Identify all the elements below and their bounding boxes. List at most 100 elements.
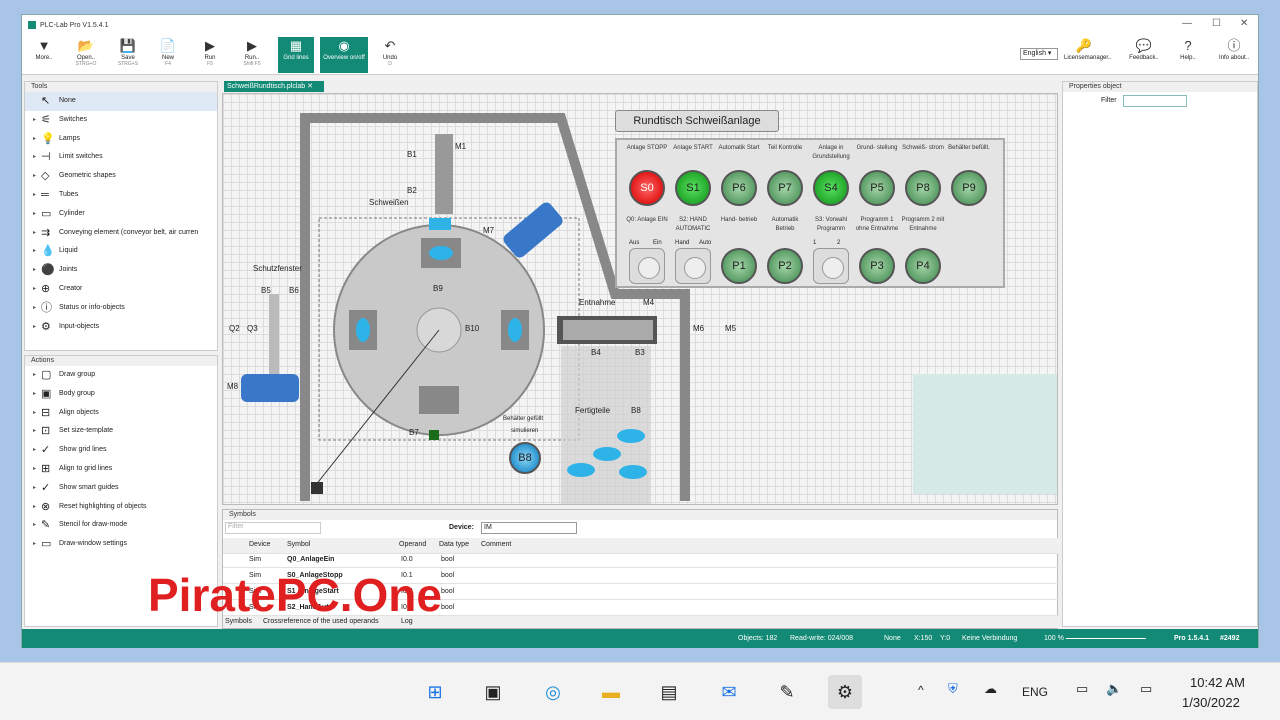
cloud-icon[interactable]: ☁	[984, 681, 997, 697]
zoom-slider[interactable]	[1066, 638, 1146, 639]
symbols-header-4[interactable]: Comment	[481, 541, 511, 548]
toolbar-button-0[interactable]: ▼ More..	[26, 37, 62, 73]
tool-item-4[interactable]: ▸ ◇ Geometric shapes	[25, 167, 217, 186]
row-operand[interactable]: I0.0	[401, 556, 413, 563]
battery-icon[interactable]: ▭	[1140, 681, 1152, 697]
edge-icon[interactable]: ◎	[536, 675, 570, 709]
panel-button-s1[interactable]: S1	[675, 170, 711, 206]
workpiece-top	[429, 246, 453, 260]
symbols-filter-input[interactable]: Filter	[225, 522, 321, 534]
close-icon[interactable]: ✕	[1240, 18, 1248, 29]
symbols-header-1[interactable]: Symbol	[287, 541, 310, 548]
symbols-header-2[interactable]: Operand	[399, 541, 426, 548]
action-item-4[interactable]: ▸ ✓ Show grid lines	[25, 441, 217, 460]
tool-item-1[interactable]: ▸ ⚟ Switches	[25, 111, 217, 130]
help-button[interactable]: ? Help..	[1170, 37, 1206, 73]
toolbar-button-2[interactable]: 💾 Save STRG+S	[110, 37, 146, 73]
clock-date[interactable]: 1/30/2022	[1182, 695, 1240, 710]
tool-item-11[interactable]: ▸ ⓘ Status or info-objects	[25, 299, 217, 318]
security-icon[interactable]: ⛨	[948, 681, 958, 697]
action-icon-0: ▢	[41, 369, 52, 381]
tool-item-5[interactable]: ▸ ═ Tubes	[25, 186, 217, 205]
weld-cylinder	[435, 134, 453, 214]
tool-item-2[interactable]: ▸ 💡 Lamps	[25, 130, 217, 149]
panel-button-p6[interactable]: P6	[721, 170, 757, 206]
tool-item-9[interactable]: ▸ ⚫ Joints	[25, 261, 217, 280]
feedback-button[interactable]: 💬 Feedback..	[1124, 37, 1164, 73]
row-dtype[interactable]: bool	[441, 556, 454, 563]
row-device[interactable]: Sim	[249, 556, 261, 563]
switch-1-right: Auto	[699, 240, 712, 246]
action-item-2[interactable]: ▸ ⊟ Align objects	[25, 404, 217, 423]
tool-label-1: Switches	[59, 115, 88, 123]
table-row[interactable]: Sim Q0_AnlageEin I0.0 bool	[223, 552, 1059, 568]
tool-item-12[interactable]: ▸ ⚙ Input-objects	[25, 318, 217, 337]
panel-button-s4[interactable]: S4	[813, 170, 849, 206]
document-tab[interactable]: SchweißRundtisch.plclab ✕	[224, 81, 324, 92]
row-dtype[interactable]: bool	[441, 604, 454, 611]
mail-icon[interactable]: ✉	[712, 675, 746, 709]
action-item-0[interactable]: ▸ ▢ Draw group	[25, 366, 217, 385]
row-symbol[interactable]: Q0_AnlageEin	[287, 556, 334, 563]
selector-switch-0[interactable]	[629, 248, 665, 284]
properties-filter-input[interactable]	[1123, 95, 1187, 107]
tool-item-3[interactable]: ▸ ⊣ Limit switches	[25, 148, 217, 167]
network-icon[interactable]: ▭	[1076, 681, 1088, 697]
panel-button-p5[interactable]: P5	[859, 170, 895, 206]
symbols-header-0[interactable]: Device	[249, 541, 270, 548]
panel-lamp-label: P1	[732, 260, 746, 272]
toolbar-button-5[interactable]: ▶ Run.. Shift F5	[234, 37, 270, 73]
device-select[interactable]: IM	[481, 522, 577, 534]
toolbar-button-3[interactable]: 📄 New F4	[150, 37, 186, 73]
expand-arrow-icon: ▸	[33, 503, 37, 510]
toolbar-button-6[interactable]: ▦ Grid lines	[278, 37, 314, 73]
panel-button-p9[interactable]: P9	[951, 170, 987, 206]
key-icon: 🔑	[1075, 38, 1093, 53]
license-manager-button[interactable]: 🔑 Licensemanager..	[1064, 37, 1111, 73]
tray-chevron-icon[interactable]: ^	[918, 683, 924, 697]
selector-switch-1[interactable]	[675, 248, 711, 284]
language-select[interactable]: English ▾	[1020, 48, 1058, 60]
drawing-canvas[interactable]: B1 M1 B2 Schweißen M7 Schutzfenster B5 B…	[222, 93, 1058, 505]
clock-time[interactable]: 10:42 AM	[1190, 675, 1245, 690]
panel-button-p8[interactable]: P8	[905, 170, 941, 206]
tool-icon-12: ⚙	[41, 320, 51, 333]
action-item-8[interactable]: ▸ ✎ Stencil for draw-mode	[25, 516, 217, 535]
action-item-1[interactable]: ▸ ▣ Body group	[25, 385, 217, 404]
minimize-icon[interactable]: —	[1182, 18, 1192, 29]
action-label-1: Body group	[59, 389, 95, 397]
action-item-6[interactable]: ▸ ✓ Show smart guides	[25, 479, 217, 498]
start-icon[interactable]: ⊞	[418, 675, 452, 709]
tool-item-0[interactable]: ↖ None	[25, 92, 217, 111]
toolbar-button-7[interactable]: ◉ Overview on/off	[320, 37, 368, 73]
language-indicator[interactable]: ENG	[1022, 685, 1048, 699]
volume-icon[interactable]: 🔈	[1106, 681, 1122, 697]
label-q2: Q2	[229, 324, 240, 333]
action-item-3[interactable]: ▸ ⊡ Set size-template	[25, 422, 217, 441]
file-explorer-icon[interactable]: ▬	[594, 675, 628, 709]
store-icon[interactable]: ▤	[652, 675, 686, 709]
panel-button-p7[interactable]: P7	[767, 170, 803, 206]
tool-item-10[interactable]: ▸ ⊕ Creator	[25, 280, 217, 299]
symbols-header-3[interactable]: Data type	[439, 541, 469, 548]
toolbar-button-4[interactable]: ▶ Run F5	[192, 37, 228, 73]
selector-switch-2[interactable]	[813, 248, 849, 284]
tool-item-6[interactable]: ▸ ▭ Cylinder	[25, 205, 217, 224]
maximize-icon[interactable]: ☐	[1212, 18, 1221, 29]
tool-item-8[interactable]: ▸ 💧 Liquid	[25, 242, 217, 261]
info-button[interactable]: ⓘ Info about..	[1212, 37, 1256, 73]
action-item-5[interactable]: ▸ ⊞ Align to grid lines	[25, 460, 217, 479]
row-dtype[interactable]: bool	[441, 588, 454, 595]
label-b8: B8	[631, 406, 641, 415]
row-dtype[interactable]: bool	[441, 572, 454, 579]
app-pinned-icon[interactable]: ✎	[770, 675, 804, 709]
panel-button-s0[interactable]: S0	[629, 170, 665, 206]
tool-item-7[interactable]: ▸ ⇉ Conveying element (conveyor belt, air …	[25, 224, 217, 243]
toolbar-button-8[interactable]: ↶ Undo D	[372, 37, 408, 73]
action-item-7[interactable]: ▸ ⊗ Reset highlighting of objects	[25, 498, 217, 517]
settings-icon[interactable]: ⚙	[828, 675, 862, 709]
widgets-icon[interactable]: ▣	[476, 675, 510, 709]
toolbar-button-1[interactable]: 📂 Open.. STRG+O	[68, 37, 104, 73]
b8-simulate-button[interactable]: B8	[509, 442, 541, 474]
action-item-9[interactable]: ▸ ▭ Draw-window settings	[25, 535, 217, 554]
